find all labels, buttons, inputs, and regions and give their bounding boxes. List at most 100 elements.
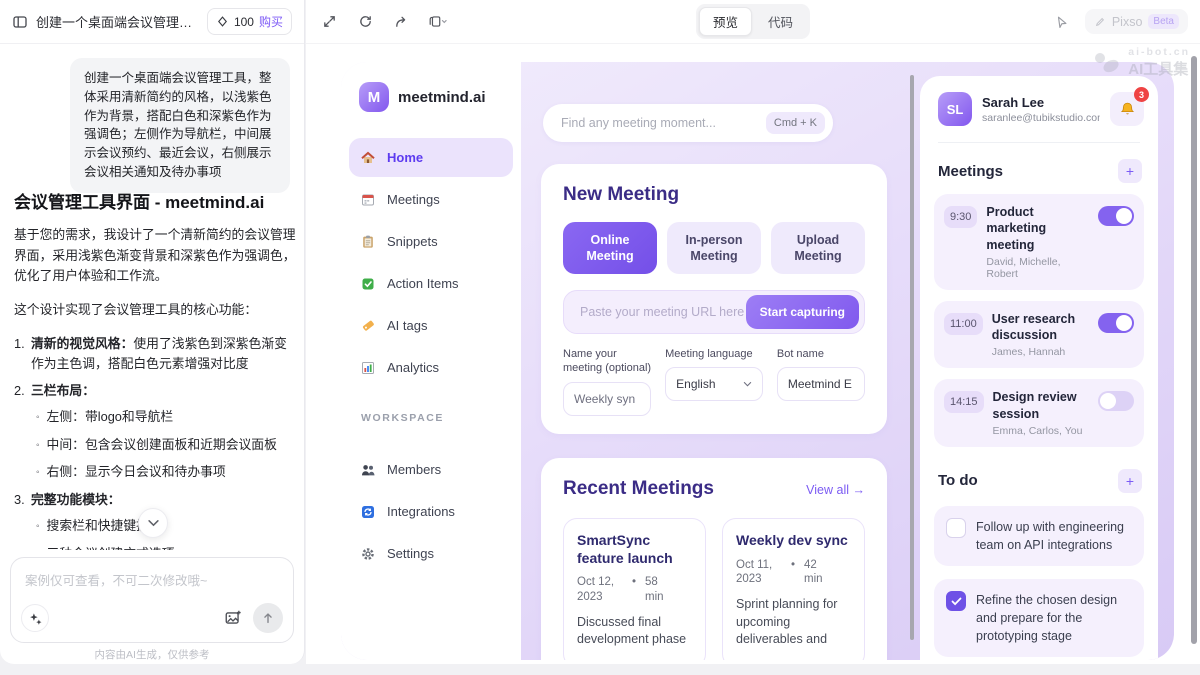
meeting-list-item[interactable]: 9:30 Product marketing meeting David, Mi…: [934, 194, 1144, 290]
todo-checkbox[interactable]: [946, 518, 966, 538]
meeting-name-input[interactable]: Weekly syn: [563, 382, 651, 416]
diamond-icon: [216, 15, 229, 28]
scrollbar[interactable]: [910, 75, 914, 640]
notification-count-badge: 3: [1134, 87, 1149, 102]
share-button[interactable]: [390, 11, 412, 33]
forward-arrow-icon: [394, 14, 409, 29]
pencil-icon: [1094, 16, 1106, 28]
todo-checkbox[interactable]: [946, 591, 966, 611]
sidebar-item-ai-tags[interactable]: AI tags: [349, 306, 513, 345]
meeting-toggle[interactable]: [1098, 313, 1134, 333]
refresh-icon: [358, 14, 373, 29]
ai-disclaimer: 内容由AI生成，仅供参考: [0, 647, 304, 662]
composer-input[interactable]: 案例仅可查看，不可二次修改哦~: [11, 558, 293, 601]
conversation-title: 创建一个桌面端会议管理工具，整体...: [36, 12, 199, 31]
sidebar-item-home[interactable]: Home: [349, 138, 513, 177]
inspect-cursor-button[interactable]: [1051, 11, 1073, 33]
recent-meetings-card: Recent Meetings View all → SmartSync fea…: [541, 458, 887, 660]
meeting-card[interactable]: Weekly dev sync Oct 11, 2023 • 42 min Sp…: [722, 518, 865, 660]
meeting-attendees: Emma, Carlos, You: [993, 425, 1089, 437]
credits-badge[interactable]: 100 购买: [207, 8, 292, 35]
bot-name-label: Bot name: [777, 347, 865, 361]
new-meeting-card: New Meeting Online Meeting In-person Mee…: [541, 164, 887, 434]
pixso-button[interactable]: Pixso Beta: [1085, 9, 1188, 34]
tab-preview[interactable]: 预览: [699, 7, 752, 36]
meeting-summary: Discussed final development phase: [577, 614, 692, 649]
meeting-language-select[interactable]: English: [665, 367, 763, 401]
sidebar-item-action-items[interactable]: Action Items: [349, 264, 513, 303]
fullscreen-button[interactable]: [318, 11, 340, 33]
composer[interactable]: 案例仅可查看，不可二次修改哦~: [10, 557, 294, 643]
add-image-button[interactable]: [221, 606, 245, 630]
search-input[interactable]: Find any meeting moment...: [561, 116, 766, 130]
meeting-toggle[interactable]: [1098, 391, 1134, 411]
image-add-icon: [224, 609, 242, 627]
expand-icon: [322, 14, 337, 29]
tab-code[interactable]: 代码: [754, 7, 807, 36]
device-switch-button[interactable]: [426, 11, 448, 33]
integrations-icon: [360, 504, 376, 520]
beta-badge: Beta: [1148, 14, 1179, 29]
sidebar-item-settings[interactable]: Settings: [349, 534, 513, 573]
meeting-attendees: David, Michelle, Robert: [986, 256, 1089, 280]
meeting-list-item[interactable]: 11:00 User research discussion James, Ha…: [934, 301, 1144, 369]
app-main-column: Find any meeting moment... Cmd + K New M…: [541, 62, 891, 660]
list-item: 1. 清新的视觉风格：使用了浅紫色到深紫色渐变作为主色调，搭配白色元素增强对比度: [14, 334, 296, 375]
meeting-search-bar[interactable]: Find any meeting moment... Cmd + K: [543, 104, 833, 142]
members-icon: [360, 462, 376, 478]
meeting-time-badge: 11:00: [944, 313, 983, 335]
bot-name-input[interactable]: Meetmind E: [777, 367, 865, 401]
sparkle-icon: [28, 611, 43, 626]
calendar-icon: [360, 192, 376, 208]
clipboard-icon: [360, 234, 376, 250]
meeting-toggle[interactable]: [1098, 206, 1134, 226]
app-brand: M meetmind.ai: [359, 82, 521, 112]
scroll-down-button[interactable]: [138, 508, 168, 538]
avatar: SL: [938, 92, 972, 126]
refresh-button[interactable]: [354, 11, 376, 33]
sidebar-item-members[interactable]: Members: [349, 450, 513, 489]
start-capturing-button[interactable]: Start capturing: [746, 295, 859, 329]
answer-paragraph: 基于您的需求，我设计了一个清新简约的会议管理界面，采用浅紫色渐变背景和深紫色作为…: [14, 225, 296, 287]
ai-sparkle-button[interactable]: [21, 604, 49, 632]
assistant-message: 会议管理工具界面 - meetmind.ai 基于您的需求，我设计了一个清新简约…: [14, 184, 296, 550]
sidebar-item-analytics[interactable]: Analytics: [349, 348, 513, 387]
in-person-meeting-button[interactable]: In-person Meeting: [667, 222, 761, 274]
meeting-list-item[interactable]: 14:15 Design review session Emma, Carlos…: [934, 379, 1144, 447]
meeting-card[interactable]: SmartSync feature launch Oct 12, 2023 • …: [563, 518, 706, 660]
meeting-duration: 42 min: [804, 558, 834, 588]
add-meeting-button[interactable]: +: [1118, 159, 1142, 183]
preview-toolbar: 预览 代码 Pixso Beta: [306, 0, 1200, 44]
sub-list-item: ◦三种会议创建方式选项: [14, 544, 296, 550]
notifications-button[interactable]: 3: [1110, 92, 1144, 126]
todo-list-item[interactable]: Refine the chosen design and prepare for…: [934, 579, 1144, 657]
sidebar-item-integrations[interactable]: Integrations: [349, 492, 513, 531]
view-switcher: 预览 代码: [696, 4, 810, 39]
meetings-section-title: Meetings: [938, 163, 1003, 180]
upload-meeting-button[interactable]: Upload Meeting: [771, 222, 865, 274]
watermark: ai-bot.cn AI工具集: [1092, 46, 1190, 79]
sidebar-item-meetings[interactable]: Meetings: [349, 180, 513, 219]
meeting-url-input[interactable]: Paste your meeting URL here: [580, 305, 746, 319]
meeting-time-badge: 9:30: [944, 206, 977, 228]
sub-list-item: ◦左侧：带logo和导航栏: [14, 407, 296, 427]
scrollbar[interactable]: [1191, 56, 1197, 644]
cursor-icon: [1055, 15, 1069, 29]
sidebar-toggle-icon[interactable]: [12, 14, 28, 30]
online-meeting-button[interactable]: Online Meeting: [563, 222, 657, 274]
chevron-down-icon: [148, 519, 159, 527]
answer-title: 会议管理工具界面 - meetmind.ai: [14, 188, 296, 213]
view-all-link[interactable]: View all →: [806, 483, 865, 497]
app-right-panel: SL Sarah Lee saranlee@tubikstudio.com 3 …: [920, 76, 1158, 660]
meeting-language-label: Meeting language: [665, 347, 763, 361]
add-todo-button[interactable]: +: [1118, 469, 1142, 493]
send-button[interactable]: [253, 603, 283, 633]
chat-header: 创建一个桌面端会议管理工具，整体... 100 购买: [0, 0, 304, 44]
bar-chart-icon: [360, 360, 376, 376]
ai-bot-logo-icon: [1092, 51, 1122, 75]
todo-list-item[interactable]: Follow up with engineering team on API i…: [934, 506, 1144, 566]
check-icon: [951, 597, 962, 606]
sidebar-item-snippets[interactable]: Snippets: [349, 222, 513, 261]
tag-icon: [360, 318, 376, 334]
buy-link[interactable]: 购买: [259, 13, 283, 30]
